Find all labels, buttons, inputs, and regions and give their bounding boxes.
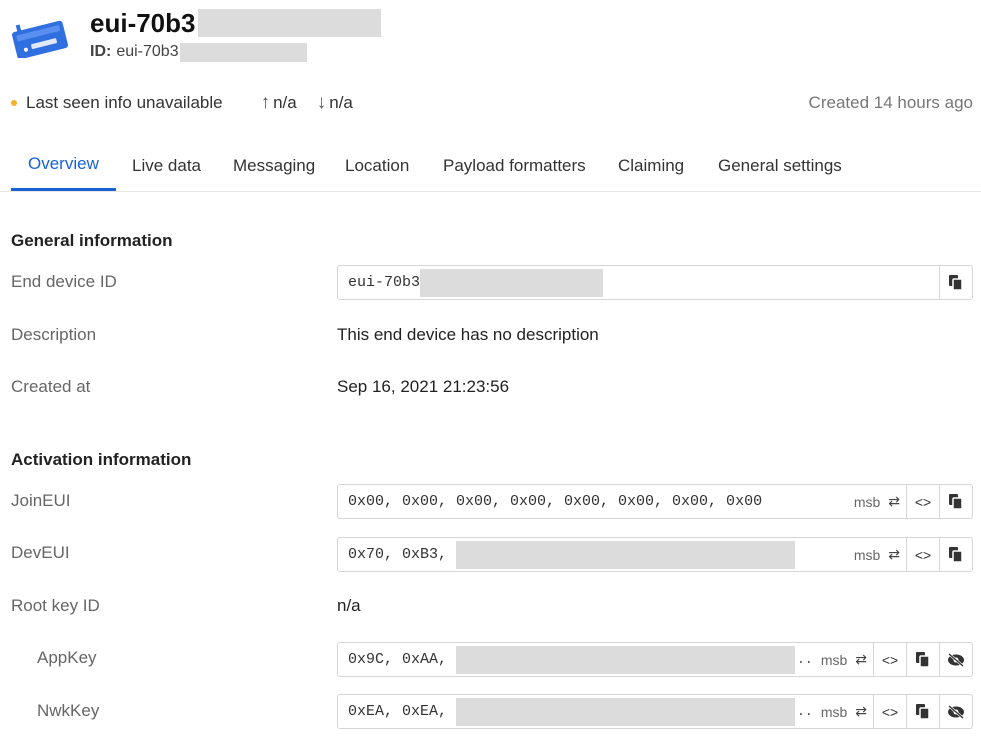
created-at-value: Sep 16, 2021 21:23:56 (337, 377, 510, 396)
tab-bar: Overview Live data Messaging Location Pa… (0, 140, 981, 192)
truncation-ellipsis: .. (797, 652, 813, 667)
byte-order-label: msb (820, 651, 848, 668)
toggle-format-button[interactable]: <> (906, 538, 939, 571)
id-label: ID: (90, 43, 112, 60)
created-at-label: Created at (11, 377, 91, 396)
page-title: eui-70b3 (90, 6, 381, 40)
toggle-format-button[interactable]: <> (906, 485, 939, 518)
dev-eui-field: 0x70, 0xB3, msb ⇄ <> (337, 537, 973, 572)
swap-icon: ⇄ (888, 493, 900, 509)
downlink-counter: ↓ n/a (317, 92, 353, 114)
nwk-key-label: NwkKey (37, 701, 100, 720)
description-value: This end device has no description (337, 325, 599, 344)
nwk-key-value[interactable]: 0xEA, 0xEA, .. (338, 697, 815, 726)
toggle-format-button[interactable]: <> (873, 695, 906, 728)
description-label: Description (11, 325, 97, 344)
swap-icon: ⇄ (855, 651, 867, 667)
byte-order-label: msb (853, 493, 881, 510)
toggle-visibility-button[interactable] (939, 643, 972, 676)
arrow-up-icon: ↑ (260, 92, 271, 113)
general-information-heading: General information (11, 231, 173, 250)
status-row: Last seen info unavailable ↑ n/a ↓ n/a C… (11, 92, 973, 114)
created-ago-text: Created 14 hours ago (808, 93, 973, 112)
byte-order-toggle[interactable]: msb ⇄ (848, 546, 906, 563)
join-eui-field: 0x00, 0x00, 0x00, 0x00, 0x00, 0x00, 0x00… (337, 484, 973, 519)
end-device-id-label: End device ID (11, 272, 117, 291)
copy-button[interactable] (939, 266, 972, 299)
code-icon: <> (881, 703, 899, 720)
copy-button[interactable] (906, 695, 939, 728)
id-value: eui-70b3 (116, 43, 179, 60)
redacted-block (179, 42, 307, 62)
tab-location[interactable]: Location (328, 140, 426, 191)
downlink-value: n/a (329, 93, 353, 112)
byte-order-toggle[interactable]: msb ⇄ (848, 493, 906, 510)
byte-order-label: msb (820, 703, 848, 720)
join-eui-value[interactable]: 0x00, 0x00, 0x00, 0x00, 0x00, 0x00, 0x00… (338, 493, 848, 510)
uplink-value: n/a (273, 93, 297, 112)
byte-order-label: msb (853, 546, 881, 563)
nwk-key-text: 0xEA, 0xEA, (348, 703, 457, 720)
copy-button[interactable] (939, 538, 972, 571)
uplink-counter: ↑ n/a (261, 92, 297, 114)
copy-button[interactable] (906, 643, 939, 676)
toggle-format-button[interactable]: <> (873, 643, 906, 676)
tab-claiming[interactable]: Claiming (601, 140, 701, 191)
redacted-block (456, 697, 796, 726)
copy-icon (949, 274, 963, 291)
copy-button[interactable] (939, 485, 972, 518)
code-icon: <> (914, 493, 932, 510)
code-icon: <> (914, 546, 932, 563)
join-eui-label: JoinEUI (11, 491, 71, 510)
swap-icon: ⇄ (855, 703, 867, 719)
copy-icon (949, 546, 963, 563)
device-id-subtitle: ID: eui-70b3 (90, 42, 307, 62)
app-key-value[interactable]: 0x9C, 0xAA, .. (338, 645, 815, 674)
nwk-key-field: 0xEA, 0xEA, .. msb ⇄ <> (337, 694, 973, 729)
device-overview-page: eui-70b3 ID: eui-70b3 Last seen info una… (0, 0, 981, 750)
app-key-field: 0x9C, 0xAA, .. msb ⇄ <> (337, 642, 973, 677)
end-device-id-value[interactable]: eui-70b3 (338, 268, 939, 297)
app-key-text: 0x9C, 0xAA, (348, 651, 457, 668)
eye-slash-icon (948, 652, 964, 667)
tab-general-settings[interactable]: General settings (701, 140, 859, 191)
tab-messaging[interactable]: Messaging (216, 140, 332, 191)
redacted-block (197, 9, 381, 37)
copy-icon (949, 493, 963, 510)
copy-icon (916, 651, 930, 668)
device-title-text: eui-70b3 (90, 7, 196, 38)
dev-eui-text: 0x70, 0xB3, (348, 546, 457, 563)
truncation-ellipsis: .. (797, 704, 813, 719)
end-device-id-text: eui-70b3 (348, 274, 421, 291)
byte-order-toggle[interactable]: msb ⇄ (815, 651, 873, 668)
tab-overview[interactable]: Overview (11, 140, 116, 191)
status-dot-icon (11, 100, 17, 106)
dev-eui-label: DevEUI (11, 543, 70, 562)
root-key-id-value: n/a (337, 596, 361, 615)
byte-order-toggle[interactable]: msb ⇄ (815, 703, 873, 720)
app-key-label: AppKey (37, 648, 97, 667)
copy-icon (916, 703, 930, 720)
redacted-block (456, 645, 796, 674)
code-icon: <> (881, 651, 899, 668)
end-device-id-field: eui-70b3 (337, 265, 973, 300)
tab-payload-formatters[interactable]: Payload formatters (426, 140, 603, 191)
eye-slash-icon (948, 704, 964, 719)
root-key-id-label: Root key ID (11, 596, 100, 615)
arrow-down-icon: ↓ (316, 92, 327, 113)
redacted-block (456, 540, 796, 569)
tab-live-data[interactable]: Live data (115, 140, 218, 191)
redacted-block (420, 268, 604, 297)
end-device-icon (12, 12, 72, 60)
last-seen-text: Last seen info unavailable (26, 93, 223, 112)
toggle-visibility-button[interactable] (939, 695, 972, 728)
dev-eui-value[interactable]: 0x70, 0xB3, (338, 540, 848, 569)
activation-information-heading: Activation information (11, 450, 192, 469)
swap-icon: ⇄ (888, 546, 900, 562)
